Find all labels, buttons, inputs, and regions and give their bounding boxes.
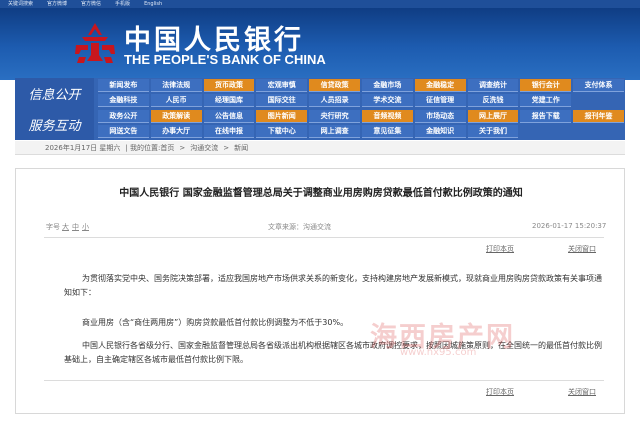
nav-item-empty xyxy=(573,125,624,138)
article-meta: 字号 大 中 小 文章来源：沟通交流 2026-01-17 15:20:37 xyxy=(46,222,606,234)
current-date: 2026年1月17日 星期六 xyxy=(45,143,121,152)
nav-item[interactable]: 党建工作 xyxy=(520,94,572,107)
nav-item[interactable]: 市场动态 xyxy=(414,110,466,123)
nav-item[interactable]: 图片新闻 xyxy=(256,110,308,123)
article-source: 文章来源：沟通交流 xyxy=(268,223,331,231)
breadcrumb-level2[interactable]: 沟通交流 xyxy=(190,143,218,153)
font-size-small[interactable]: 小 xyxy=(82,222,89,232)
nav-item[interactable]: 网上展厅 xyxy=(467,110,519,123)
nav-item[interactable]: 报刊年鉴 xyxy=(573,110,624,123)
nav-item[interactable]: 下载中心 xyxy=(256,125,308,138)
nav-item-empty xyxy=(573,94,624,107)
article-paragraph: 中国人民银行各省级分行、国家金融监督管理总局各省级派出机构根据辖区各城市政府调控… xyxy=(64,341,602,364)
main-nav: 信息公开 服务互动 新闻发布 法律法规 货币政策 宏观审慎 信贷政策 金融市场 … xyxy=(15,78,625,140)
breadcrumb-level3[interactable]: 新闻 xyxy=(234,143,248,153)
nav-section-info[interactable]: 信息公开 xyxy=(15,78,94,109)
article-actions-bottom: 打印本页 关闭窗口 xyxy=(486,387,596,397)
nav-item[interactable]: 国际交往 xyxy=(256,94,308,107)
nav-item[interactable]: 法律法规 xyxy=(150,79,202,92)
nav-item[interactable]: 宏观审慎 xyxy=(256,79,308,92)
nav-item[interactable]: 意见征集 xyxy=(361,125,413,138)
article-paragraph: 商业用房（含“商住两用房”）购房贷款最低首付款比例调整为不低于30%。 xyxy=(82,318,349,327)
nav-section-service[interactable]: 服务互动 xyxy=(15,109,94,140)
close-window-button[interactable]: 关闭窗口 xyxy=(568,244,596,254)
nav-item[interactable]: 金融稳定 xyxy=(414,79,466,92)
nav-item[interactable]: 反洗钱 xyxy=(467,94,519,107)
top-link[interactable]: 手机版 xyxy=(115,0,130,8)
nav-item[interactable]: 货币政策 xyxy=(203,79,255,92)
nav-item[interactable]: 调查统计 xyxy=(467,79,519,92)
article-panel: 中国人民银行 国家金融监督管理总局关于调整商业用房购房贷款最低首付款比例政策的通… xyxy=(15,168,625,414)
article-title: 中国人民银行 国家金融监督管理总局关于调整商业用房购房贷款最低首付款比例政策的通… xyxy=(119,188,523,199)
print-button[interactable]: 打印本页 xyxy=(486,244,514,254)
article-paragraph: 为贯彻落实党中央、国务院决策部署，适应我国房地产市场供求关系的新变化，支持构建房… xyxy=(64,274,602,297)
top-link[interactable]: 官方微博 xyxy=(47,0,67,8)
nav-item[interactable]: 人员招录 xyxy=(309,94,360,107)
article-datetime: 2026-01-17 15:20:37 xyxy=(532,222,607,230)
print-button[interactable]: 打印本页 xyxy=(486,387,514,397)
nav-item[interactable]: 征信管理 xyxy=(414,94,466,107)
nav-item[interactable]: 报告下载 xyxy=(520,110,572,123)
divider xyxy=(44,237,604,238)
nav-row-2: 金融科技 人民币 经理国库 国际交往 人员招录 学术交流 征信管理 反洗钱 党建… xyxy=(97,93,625,108)
nav-item[interactable]: 公告信息 xyxy=(203,110,255,123)
font-size-label: 字号 xyxy=(46,223,60,231)
breadcrumb-separator: > xyxy=(179,143,186,152)
article-actions-top: 打印本页 关闭窗口 xyxy=(486,244,596,254)
nav-item[interactable]: 政务公开 xyxy=(98,110,149,123)
top-links: 关键词搜索 官方微博 官方微信 手机版 English xyxy=(0,0,640,8)
font-size-medium[interactable]: 中 xyxy=(72,222,79,232)
nav-row-3: 政务公开 政策解读 公告信息 图片新闻 央行研究 音频视频 市场动态 网上展厅 … xyxy=(97,109,625,124)
nav-item[interactable]: 网上调查 xyxy=(309,125,360,138)
nav-item[interactable]: 新闻发布 xyxy=(98,79,149,92)
nav-item[interactable]: 金融市场 xyxy=(361,79,413,92)
nav-row-4: 网送文告 办事大厅 在线申报 下载中心 网上调查 意见征集 金融知识 关于我们 xyxy=(97,124,625,139)
breadcrumb-home[interactable]: | 我的位置:首页 xyxy=(125,143,174,153)
nav-item-empty xyxy=(520,125,572,138)
divider xyxy=(44,380,604,381)
site-banner: 中国人民银行 THE PEOPLE'S BANK OF CHINA xyxy=(0,8,640,80)
nav-item[interactable]: 在线申报 xyxy=(203,125,255,138)
nav-item[interactable]: 人民币 xyxy=(150,94,202,107)
top-link[interactable]: English xyxy=(144,0,162,8)
nav-item[interactable]: 网送文告 xyxy=(98,125,149,138)
nav-item[interactable]: 关于我们 xyxy=(467,125,519,138)
nav-item[interactable]: 经理国库 xyxy=(203,94,255,107)
top-link[interactable]: 关键词搜索 xyxy=(8,0,33,8)
nav-item[interactable]: 信贷政策 xyxy=(309,79,360,92)
breadcrumb-separator: > xyxy=(223,143,230,152)
nav-row-1: 新闻发布 法律法规 货币政策 宏观审慎 信贷政策 金融市场 金融稳定 调查统计 … xyxy=(97,78,625,93)
pboc-emblem-icon[interactable] xyxy=(72,21,118,67)
nav-item[interactable]: 学术交流 xyxy=(361,94,413,107)
nav-item[interactable]: 央行研究 xyxy=(309,110,360,123)
top-link[interactable]: 官方微信 xyxy=(81,0,101,8)
nav-item[interactable]: 银行会计 xyxy=(520,79,572,92)
nav-item[interactable]: 音频视频 xyxy=(361,110,413,123)
nav-item[interactable]: 政策解读 xyxy=(150,110,202,123)
font-size-large[interactable]: 大 xyxy=(62,222,69,232)
nav-item[interactable]: 金融科技 xyxy=(98,94,149,107)
site-title-en[interactable]: THE PEOPLE'S BANK OF CHINA xyxy=(124,52,326,67)
breadcrumb: 2026年1月17日 星期六 | 我的位置:首页 > 沟通交流 > 新闻 xyxy=(15,141,625,155)
nav-item[interactable]: 办事大厅 xyxy=(150,125,202,138)
close-window-button[interactable]: 关闭窗口 xyxy=(568,387,596,397)
nav-item[interactable]: 金融知识 xyxy=(414,125,466,138)
nav-item[interactable]: 支付体系 xyxy=(573,79,624,92)
